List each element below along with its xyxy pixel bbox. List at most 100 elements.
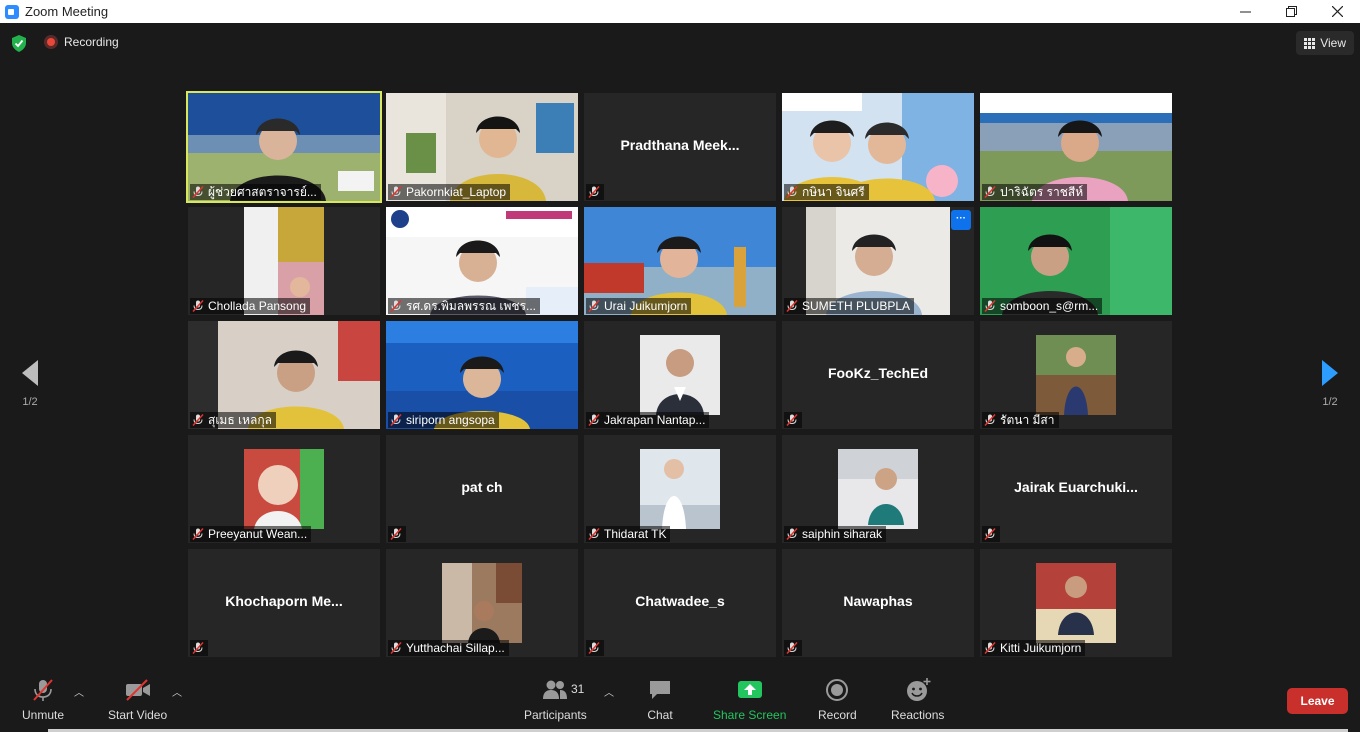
participant-name: Yutthachai Sillap... [406, 641, 505, 655]
participant-tile[interactable]: รศ.ดร.พิมลพรรณ เพชร... [386, 207, 578, 315]
arrow-left-icon [22, 360, 38, 386]
participant-tile[interactable]: Jakrapan Nantap... [584, 321, 776, 429]
participant-name: รศ.ดร.พิมลพรรณ เพชร... [406, 298, 537, 313]
participant-name: Pakornkiat_Laptop [406, 185, 507, 199]
chat-button[interactable]: Chat [647, 678, 673, 722]
participant-tile[interactable]: Pradthana Meek... [584, 93, 776, 201]
muted-mic-icon [192, 642, 204, 654]
participant-name-display: Nawaphas [843, 593, 913, 609]
muted-mic-icon [192, 300, 204, 312]
reactions-button[interactable]: Reactions [891, 678, 944, 722]
unmute-button[interactable]: Unmute [22, 678, 64, 722]
muted-mic-icon [192, 528, 204, 540]
participants-options-caret[interactable]: ︿ [604, 684, 614, 699]
record-icon [826, 679, 849, 701]
muted-mic-icon [390, 414, 402, 426]
participant-tile[interactable]: Thidarat TK [584, 435, 776, 543]
record-button[interactable]: Record [818, 678, 857, 722]
start-video-label: Start Video [108, 708, 168, 722]
participant-tile[interactable]: ผู้ช่วยศาสตราจารย์... [186, 91, 382, 203]
participant-name: Thidarat TK [604, 527, 667, 541]
previous-page-button[interactable]: 1/2 [15, 358, 45, 418]
muted-mic-icon [786, 642, 798, 654]
participant-label: Urai Juikumjorn [586, 298, 692, 314]
participant-tile[interactable]: ปาริฉัตร ราชสีห์ [980, 93, 1172, 201]
participant-tile[interactable]: Khochaporn Me... [188, 549, 380, 657]
participant-tile[interactable]: ··· SUMETH PLUBPLA [782, 207, 974, 315]
start-video-button[interactable]: Start Video [108, 678, 167, 722]
participant-tile[interactable]: รัตนา มีสา [980, 321, 1172, 429]
participant-tile[interactable]: Preeyanut Wean... [188, 435, 380, 543]
participant-label: saiphin siharak [784, 526, 887, 542]
participant-name: SUMETH PLUBPLA [802, 299, 911, 313]
participant-name: กษินา จินศรี [802, 184, 865, 199]
restore-icon [1285, 6, 1297, 17]
participant-label [190, 640, 208, 656]
minimize-button[interactable] [1222, 0, 1268, 23]
muted-mic-icon [192, 414, 204, 426]
participant-tile[interactable]: Nawaphas [782, 549, 974, 657]
reactions-label: Reactions [891, 708, 945, 722]
participant-name: รัตนา มีสา [1000, 412, 1055, 427]
participant-label: กษินา จินศรี [784, 184, 869, 200]
video-options-caret[interactable]: ︿ [172, 684, 182, 699]
participant-tile[interactable]: กษินา จินศรี [782, 93, 974, 201]
close-button[interactable] [1314, 0, 1360, 23]
recording-indicator[interactable]: Recording [44, 35, 119, 49]
participant-label [586, 640, 604, 656]
participant-label: รัตนา มีสา [982, 412, 1059, 428]
audio-options-caret[interactable]: ︿ [74, 684, 84, 699]
participant-tile[interactable]: pat ch [386, 435, 578, 543]
participant-tile[interactable]: somboon_s@rm... [980, 207, 1172, 315]
muted-mic-icon [390, 300, 402, 312]
microphone-muted-icon [33, 679, 53, 701]
share-screen-button[interactable]: Share Screen [713, 678, 786, 722]
muted-mic-icon [390, 186, 402, 198]
leave-button[interactable]: Leave [1287, 688, 1348, 714]
maximize-button[interactable] [1268, 0, 1314, 23]
view-button[interactable]: View [1296, 31, 1354, 55]
muted-mic-icon [786, 414, 798, 426]
participant-label: Preeyanut Wean... [190, 526, 312, 542]
participant-label: Pakornkiat_Laptop [388, 184, 511, 200]
participant-label [784, 640, 802, 656]
participant-name: Urai Juikumjorn [604, 299, 688, 313]
participant-tile[interactable]: FooKz_TechEd [782, 321, 974, 429]
participants-count: 31 [571, 682, 585, 696]
participant-tile[interactable]: Chatwadee_s [584, 549, 776, 657]
participant-name-display: pat ch [461, 479, 503, 495]
participant-tile[interactable]: Urai Juikumjorn [584, 207, 776, 315]
participant-label: Jakrapan Nantap... [586, 412, 710, 428]
participant-name: Chollada Pansong [208, 299, 307, 313]
participant-tile[interactable]: siriporn angsopa [386, 321, 578, 429]
page-indicator-right: 1/2 [1322, 396, 1338, 408]
participant-name: somboon_s@rm... [1000, 299, 1099, 313]
participant-tile[interactable]: Yutthachai Sillap... [386, 549, 578, 657]
view-label: View [1320, 36, 1346, 50]
arrow-right-icon [1322, 360, 1338, 386]
participant-label: somboon_s@rm... [982, 298, 1103, 314]
participant-label: Kitti Juikumjorn [982, 640, 1086, 656]
muted-mic-icon [192, 186, 204, 198]
participant-tile[interactable]: Jairak Euarchuki... [980, 435, 1172, 543]
participant-name-display: Chatwadee_s [635, 593, 725, 609]
participant-label: ปาริฉัตร ราชสีห์ [982, 184, 1088, 200]
participant-name: สุเมธ เหลกุล [208, 412, 272, 427]
grid-view-icon [1304, 37, 1316, 49]
participant-label: Thidarat TK [586, 526, 671, 542]
participant-tile[interactable]: Pakornkiat_Laptop [386, 93, 578, 201]
next-page-button[interactable]: 1/2 [1315, 358, 1345, 418]
chat-label: Chat [647, 708, 673, 722]
participant-tile[interactable]: saiphin siharak [782, 435, 974, 543]
muted-mic-icon [786, 528, 798, 540]
participant-label: ผู้ช่วยศาสตราจารย์... [190, 184, 321, 200]
security-shield-icon[interactable] [11, 35, 27, 52]
more-options-button[interactable]: ··· [951, 210, 971, 230]
participant-tile[interactable]: Chollada Pansong [188, 207, 380, 315]
muted-mic-icon [588, 300, 600, 312]
muted-mic-icon [786, 300, 798, 312]
participant-tile[interactable]: Kitti Juikumjorn [980, 549, 1172, 657]
participant-tile[interactable]: สุเมธ เหลกุล [188, 321, 380, 429]
muted-mic-icon [984, 186, 996, 198]
muted-mic-icon [588, 642, 600, 654]
